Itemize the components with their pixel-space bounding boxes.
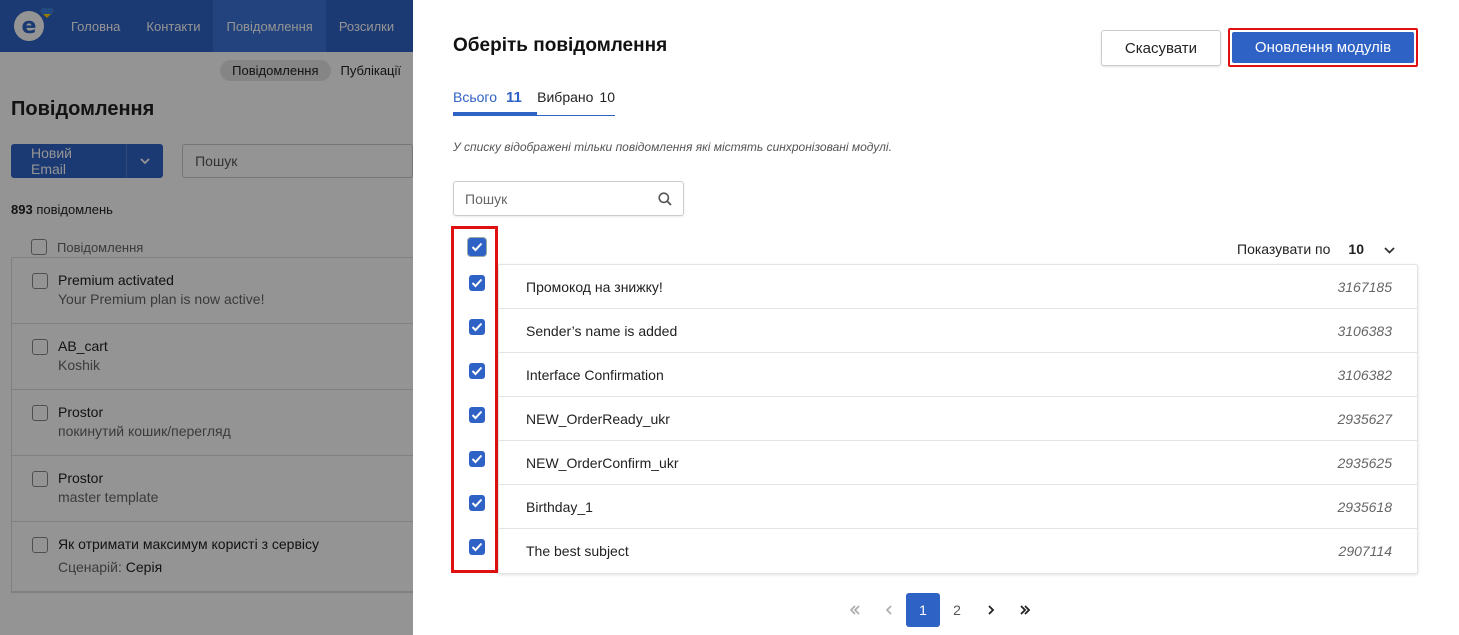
tab-all-label: Всього: [453, 89, 498, 105]
update-modules-button[interactable]: Оновлення модулів: [1232, 32, 1414, 63]
checkmark-icon: [471, 242, 483, 252]
messages-table: Промокод на знижку! 3167185 Sender’s nam…: [498, 264, 1418, 574]
row-checkbox[interactable]: [469, 451, 485, 467]
row-name: Interface Confirmation: [526, 366, 664, 383]
select-messages-modal: Оберіть повідомлення Скасувати Оновлення…: [413, 0, 1459, 635]
table-row[interactable]: Промокод на знижку! 3167185: [499, 265, 1417, 309]
row-id: 2935625: [1337, 454, 1392, 471]
modal-title: Оберіть повідомлення: [453, 35, 668, 56]
table-row[interactable]: The best subject 2907114: [499, 529, 1417, 573]
next-page-icon[interactable]: [974, 593, 1008, 627]
row-name: Sender’s name is added: [526, 322, 678, 339]
page-2-button[interactable]: 2: [940, 593, 974, 627]
row-checkbox[interactable]: [469, 495, 485, 511]
row-checkbox[interactable]: [469, 319, 485, 335]
modal-backdrop[interactable]: [0, 0, 413, 635]
row-name: NEW_OrderConfirm_ukr: [526, 454, 679, 471]
row-id: 3106383: [1337, 322, 1392, 339]
first-page-icon[interactable]: [838, 593, 872, 627]
modal-search-input[interactable]: Пошук: [453, 181, 684, 216]
row-id: 2935627: [1337, 410, 1392, 427]
checkmark-icon: [471, 498, 483, 508]
tab-selected-label: Вибрано: [537, 89, 594, 105]
select-all-checkbox[interactable]: [468, 238, 486, 256]
tab-selected[interactable]: Вибрано 10: [537, 87, 615, 115]
checkmark-icon: [471, 542, 483, 552]
row-id: 3106382: [1337, 366, 1392, 383]
search-icon[interactable]: [647, 191, 683, 206]
update-button-highlight: Оновлення модулів: [1228, 28, 1418, 67]
checkmark-icon: [471, 278, 483, 288]
prev-page-icon[interactable]: [872, 593, 906, 627]
per-page-label: Показувати по: [1237, 241, 1331, 257]
last-page-icon[interactable]: [1008, 593, 1042, 627]
table-row[interactable]: Sender’s name is added 3106383: [499, 309, 1417, 353]
row-name: Промокод на знижку!: [526, 278, 663, 295]
table-row[interactable]: NEW_OrderReady_ukr 2935627: [499, 397, 1417, 441]
row-name: The best subject: [526, 543, 629, 559]
row-id: 2935618: [1337, 498, 1392, 515]
search-placeholder: Пошук: [465, 190, 508, 207]
per-page-value: 10: [1348, 241, 1364, 257]
table-row[interactable]: NEW_OrderConfirm_ukr 2935625: [499, 441, 1417, 485]
page-1-button[interactable]: 1: [906, 593, 940, 627]
row-id: 2907114: [1338, 543, 1392, 559]
pagination: 1 2: [838, 593, 1042, 627]
row-id: 3167185: [1337, 278, 1392, 295]
tab-all-count: 11: [506, 89, 522, 106]
row-checkbox[interactable]: [469, 363, 485, 379]
chevron-down-icon: [1384, 241, 1395, 257]
checkmark-icon: [471, 410, 483, 420]
checkmark-icon: [471, 322, 483, 332]
checkmark-icon: [471, 454, 483, 464]
checkmark-icon: [471, 366, 483, 376]
table-row[interactable]: Birthday_1 2935618: [499, 485, 1417, 529]
row-checkbox[interactable]: [469, 275, 485, 291]
table-row[interactable]: Interface Confirmation 3106382: [499, 353, 1417, 397]
row-checkbox[interactable]: [469, 407, 485, 423]
tabs: Всього 11 Вибрано 10: [453, 87, 615, 116]
row-checkbox[interactable]: [469, 539, 485, 555]
tab-selected-count: 10: [599, 89, 615, 105]
tab-all[interactable]: Всього 11: [453, 87, 538, 115]
per-page-selector[interactable]: Показувати по 10: [1237, 241, 1395, 257]
row-name: NEW_OrderReady_ukr: [526, 410, 670, 427]
info-note: У списку відображені тільки повідомлення…: [453, 140, 892, 154]
cancel-button[interactable]: Скасувати: [1101, 30, 1221, 66]
row-name: Birthday_1: [526, 498, 593, 515]
